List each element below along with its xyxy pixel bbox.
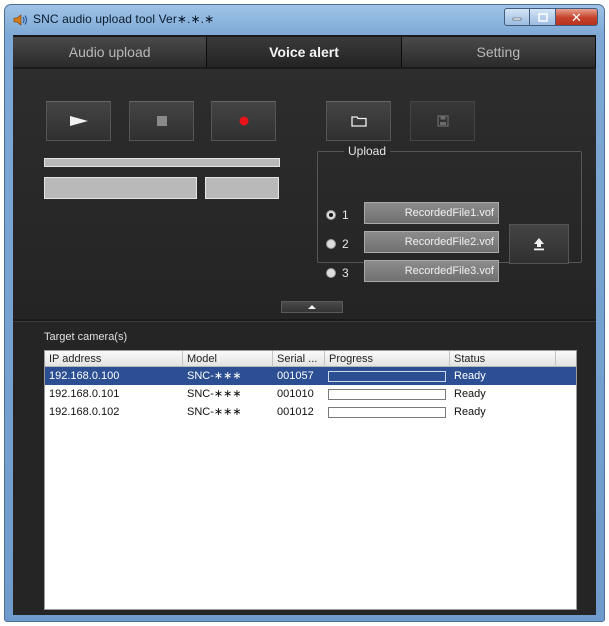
cell-serial: 001010 — [277, 388, 314, 400]
app-window: SNC audio upload tool Ver∗.∗.∗ ✕ Audio u… — [4, 4, 605, 622]
cell-status: Ready — [454, 406, 486, 418]
tab-bar: Audio upload Voice alert Setting — [13, 37, 596, 67]
open-file-button[interactable] — [326, 101, 391, 141]
column-header-progress[interactable]: Progress — [325, 351, 450, 367]
target-cameras-label: Target camera(s) — [44, 331, 128, 343]
slot-number: 2 — [342, 237, 349, 251]
column-header-model[interactable]: Model — [183, 351, 273, 367]
client-area: Audio upload Voice alert Setting Upload … — [13, 35, 596, 615]
title-bar[interactable]: SNC audio upload tool Ver∗.∗.∗ ✕ — [5, 5, 604, 35]
cell-ip: 192.168.0.102 — [49, 406, 120, 418]
upload-slot-3-file[interactable]: RecordedFile3.vof — [364, 260, 499, 282]
play-button[interactable] — [46, 101, 111, 141]
tab-voice-alert[interactable]: Voice alert — [207, 37, 402, 67]
upload-slot-2-file[interactable]: RecordedFile2.vof — [364, 231, 499, 253]
upload-slot-3-radio[interactable]: 3 — [326, 266, 352, 280]
stop-icon — [156, 116, 167, 126]
cell-serial: 001057 — [277, 370, 314, 382]
maximize-icon — [537, 12, 548, 22]
cell-status: Ready — [454, 388, 486, 400]
record-icon — [239, 116, 248, 126]
upload-arrow-icon — [534, 238, 544, 251]
cell-progress — [325, 367, 450, 385]
slot-number: 1 — [342, 208, 349, 222]
cell-model: SNC-∗∗∗ — [187, 388, 242, 400]
cell-ip: 192.168.0.100 — [49, 370, 120, 382]
column-header-status[interactable]: Status — [450, 351, 556, 367]
target-cameras-section: Target camera(s) IP address Model Serial… — [13, 321, 596, 615]
table-row[interactable]: 192.168.0.102 SNC-∗∗∗ 001012 Ready — [45, 403, 576, 421]
cell-ip: 192.168.0.101 — [49, 388, 120, 400]
upload-slot-2-radio[interactable]: 2 — [326, 237, 352, 251]
radio-button[interactable] — [326, 239, 336, 249]
column-header-serial[interactable]: Serial ... — [273, 351, 325, 367]
window-controls: ✕ — [504, 8, 598, 26]
cell-serial: 001012 — [277, 406, 314, 418]
folder-icon — [350, 116, 367, 127]
camera-list-header: IP address Model Serial ... Progress Sta… — [45, 351, 576, 367]
upload-button[interactable] — [509, 224, 569, 264]
slot-number: 3 — [342, 266, 349, 280]
upload-slot-1-file[interactable]: RecordedFile1.vof — [364, 202, 499, 224]
window-title: SNC audio upload tool Ver∗.∗.∗ — [33, 12, 215, 26]
record-button[interactable] — [211, 101, 276, 141]
tab-audio-upload[interactable]: Audio upload — [13, 37, 208, 67]
progress-bar — [328, 407, 446, 418]
collapse-panel-button[interactable] — [281, 301, 343, 313]
close-icon: ✕ — [571, 9, 582, 25]
radio-button-checked[interactable] — [326, 210, 336, 220]
table-row[interactable]: 192.168.0.100 SNC-∗∗∗ 001057 Ready — [45, 367, 576, 385]
cell-progress — [325, 385, 450, 403]
close-button[interactable]: ✕ — [556, 8, 598, 26]
cell-progress — [325, 403, 450, 421]
save-file-button[interactable] — [410, 101, 475, 141]
maximize-button[interactable] — [530, 8, 556, 26]
minimize-button[interactable] — [504, 8, 530, 26]
chevron-up-icon — [308, 305, 316, 309]
minimize-icon — [512, 17, 522, 21]
voice-alert-panel: Upload 1 RecordedFile1.vof 2 RecordedFil… — [13, 69, 596, 319]
cell-model: SNC-∗∗∗ — [187, 406, 242, 418]
camera-list[interactable]: IP address Model Serial ... Progress Sta… — [44, 350, 577, 610]
recording-length-display — [205, 177, 279, 199]
cell-model: SNC-∗∗∗ — [187, 370, 242, 382]
speaker-app-icon — [13, 14, 28, 26]
progress-bar — [328, 371, 446, 382]
audio-level-meter — [44, 158, 280, 167]
upload-slot-1-radio[interactable]: 1 — [326, 208, 352, 222]
play-icon — [69, 116, 88, 126]
cell-status: Ready — [454, 370, 486, 382]
radio-button[interactable] — [326, 268, 336, 278]
progress-bar — [328, 389, 446, 400]
stop-button[interactable] — [129, 101, 194, 141]
column-header-ip[interactable]: IP address — [45, 351, 183, 367]
save-icon — [436, 115, 449, 127]
table-row[interactable]: 192.168.0.101 SNC-∗∗∗ 001010 Ready — [45, 385, 576, 403]
upload-group-label: Upload — [344, 144, 391, 158]
column-header-filler — [556, 351, 576, 367]
recording-time-display — [44, 177, 197, 199]
tab-setting[interactable]: Setting — [401, 37, 596, 67]
